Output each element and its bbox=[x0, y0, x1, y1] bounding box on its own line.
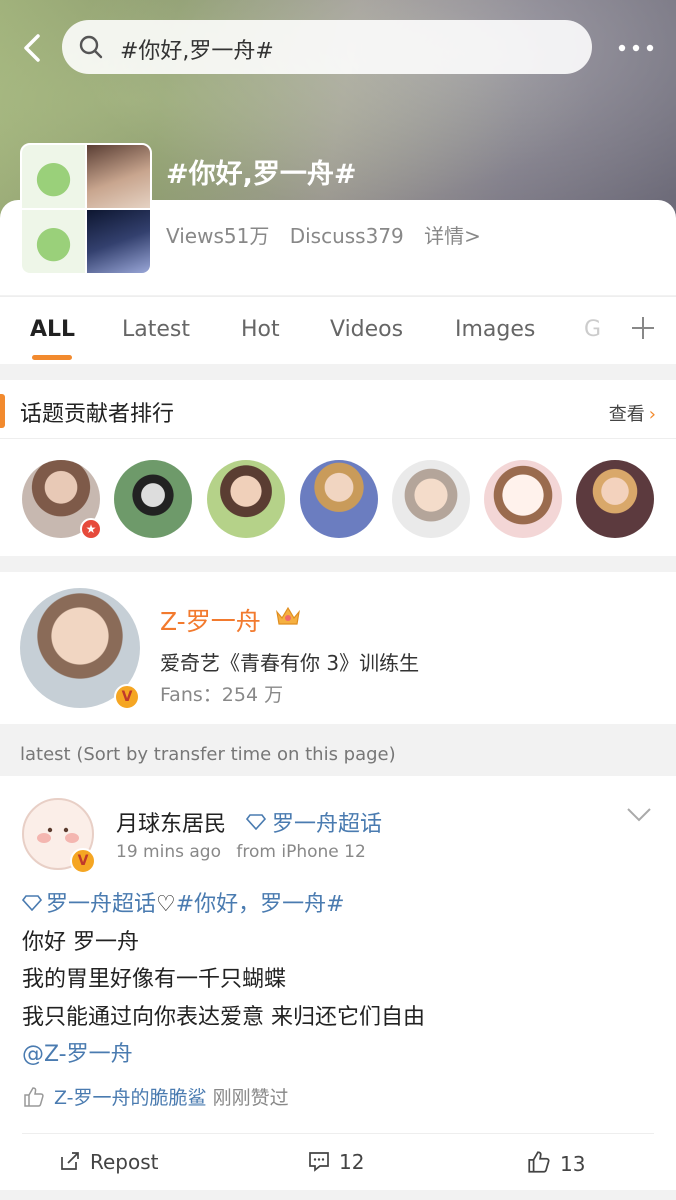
contributor-ranking: 话题贡献者排行 查看 › ★ bbox=[0, 380, 676, 556]
post-line-1: 罗一舟超话♡#你好，罗一舟# bbox=[21, 886, 652, 924]
supertopic-link[interactable]: 罗一舟超话 bbox=[21, 892, 157, 917]
discuss-count: Discuss379 bbox=[289, 224, 404, 248]
post-meta: 19 mins ago from iPhone 12 bbox=[116, 842, 376, 862]
tab-latest[interactable]: Latest bbox=[122, 317, 190, 342]
post-author-name[interactable]: 月球东居民 bbox=[116, 806, 226, 838]
topic-title: #你好,罗一舟# bbox=[166, 159, 357, 190]
supertopic-link-text: 罗一舟超话 bbox=[46, 892, 157, 917]
topic-stats: Views51万 Discuss379 详情> bbox=[166, 220, 495, 249]
add-tab-icon[interactable] bbox=[628, 313, 658, 343]
post-device: from iPhone 12 bbox=[236, 842, 366, 862]
liked-by-line: Z-罗一舟的脆脆鲨 刚刚赞过 bbox=[22, 1083, 289, 1110]
crown-icon bbox=[276, 606, 300, 625]
section-accent-bar bbox=[0, 394, 5, 428]
contributor-avatar[interactable] bbox=[300, 460, 378, 538]
contributor-avatar[interactable] bbox=[207, 460, 285, 538]
verified-v-icon: V bbox=[114, 684, 140, 710]
diamond-icon bbox=[21, 895, 43, 912]
active-tab-indicator bbox=[32, 355, 72, 360]
contributor-badge-icon: ★ bbox=[80, 518, 102, 540]
post-body: 罗一舟超话♡#你好，罗一舟# 你好 罗一舟 我的胃里好像有一千只蝴蝶 我只能通过… bbox=[21, 886, 652, 1074]
view-all-link[interactable]: 查看 › bbox=[609, 400, 656, 426]
tab-videos[interactable]: Videos bbox=[330, 317, 403, 342]
details-link[interactable]: 详情> bbox=[424, 224, 481, 248]
supertopic-label: 罗一舟超话 bbox=[272, 812, 383, 837]
contributor-avatar[interactable] bbox=[114, 460, 192, 538]
search-input[interactable]: #你好,罗一舟# bbox=[62, 20, 592, 74]
portrait-image bbox=[87, 145, 150, 208]
search-icon bbox=[79, 35, 103, 59]
contributor-avatar[interactable] bbox=[392, 460, 470, 538]
frog-sticker-image bbox=[22, 145, 85, 208]
repost-icon bbox=[61, 1152, 79, 1170]
post-supertopic-tag[interactable]: 罗一舟超话 bbox=[245, 806, 383, 838]
contributor-avatar[interactable] bbox=[576, 460, 654, 538]
profile-fans-count: Fans：254 万 bbox=[160, 684, 284, 706]
tab-bar: ALL Latest Hot Videos Images G bbox=[0, 296, 676, 364]
more-dots-icon bbox=[618, 44, 654, 52]
thumbs-up-icon bbox=[24, 1087, 44, 1107]
views-count: Views51万 bbox=[166, 224, 270, 248]
view-all-label: 查看 bbox=[608, 404, 645, 425]
post-line-2: 你好 罗一舟 bbox=[22, 929, 139, 955]
heart-icon: ♡ bbox=[156, 892, 176, 917]
top-bar: #你好,罗一舟# bbox=[0, 20, 676, 76]
tab-more-partial[interactable]: G bbox=[584, 317, 601, 342]
chevron-down-icon[interactable] bbox=[626, 806, 652, 824]
hashtag-link[interactable]: #你好，罗一舟# bbox=[176, 892, 345, 917]
contributor-avatar[interactable]: ★ bbox=[22, 460, 102, 540]
chevron-right-icon: › bbox=[648, 404, 656, 425]
comment-count: 12 bbox=[339, 1150, 365, 1174]
sort-label: latest (Sort by transfer time on this pa… bbox=[20, 744, 396, 765]
stage-photo-image bbox=[87, 210, 150, 273]
repost-label: Repost bbox=[90, 1150, 159, 1174]
divider bbox=[22, 1133, 654, 1134]
mention-link[interactable]: @Z-罗一舟 bbox=[22, 1036, 652, 1074]
search-query: #你好,罗一舟# bbox=[120, 39, 274, 64]
topic-thumbnail bbox=[20, 143, 152, 275]
post-line-4: 我只能通过向你表达爱意 来归还它们自由 bbox=[22, 1004, 425, 1030]
back-button[interactable] bbox=[14, 30, 50, 66]
tab-hot[interactable]: Hot bbox=[241, 317, 280, 342]
comment-button[interactable]: 12 bbox=[307, 1149, 364, 1174]
profile-name[interactable]: Z-罗一舟 bbox=[160, 602, 261, 638]
repost-button[interactable]: Repost bbox=[58, 1149, 159, 1174]
post-line-3: 我的胃里好像有一千只蝴蝶 bbox=[22, 967, 287, 992]
comment-icon bbox=[309, 1152, 329, 1172]
contributor-ranking-title: 话题贡献者排行 bbox=[20, 402, 175, 427]
contributor-avatar[interactable] bbox=[484, 460, 562, 538]
back-arrow-icon bbox=[24, 34, 40, 62]
liked-text: 刚刚赞过 bbox=[212, 1087, 289, 1109]
liker-name[interactable]: Z-罗一舟的脆脆鲨 bbox=[54, 1087, 207, 1109]
frog-sticker-image bbox=[22, 210, 85, 273]
post-card: V 月球东居民 罗一舟超话 19 mins ago from iPhone 12… bbox=[0, 776, 676, 1190]
tab-all[interactable]: ALL bbox=[30, 317, 75, 342]
thumbs-up-icon bbox=[528, 1151, 550, 1173]
featured-profile-card[interactable]: V Z-罗一舟 爱奇艺《青春有你 3》训练生 Fans：254 万 bbox=[0, 572, 676, 724]
profile-description: 爱奇艺《青春有你 3》训练生 bbox=[160, 651, 420, 675]
verified-v-icon: V bbox=[70, 848, 96, 874]
post-time: 19 mins ago bbox=[116, 842, 221, 862]
like-count: 13 bbox=[560, 1152, 586, 1176]
more-options-button[interactable] bbox=[616, 34, 656, 62]
like-button[interactable]: 13 bbox=[526, 1149, 585, 1176]
tab-images[interactable]: Images bbox=[455, 317, 535, 342]
divider bbox=[0, 438, 676, 439]
diamond-icon bbox=[245, 814, 267, 831]
